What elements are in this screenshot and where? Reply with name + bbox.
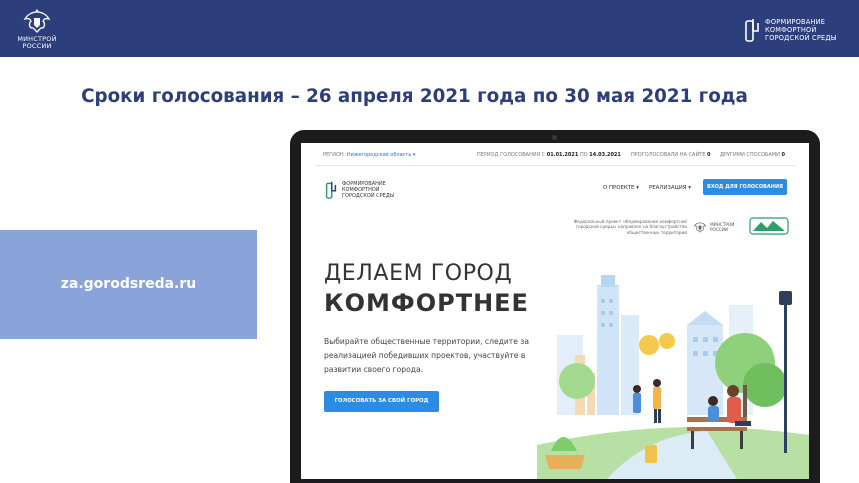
eagle-emblem-icon — [23, 9, 51, 33]
project-logo-line-2: КОМФОРТНОЙ — [765, 26, 817, 34]
federal-project-note: Федеральный проект «Формирование комфорт… — [537, 219, 687, 235]
period-to-label: ПО — [579, 152, 588, 158]
eagle-emblem-icon — [693, 222, 707, 233]
login-for-voting-button[interactable]: ВХОД ДЛЯ ГОЛОСОВАНИЯ — [703, 179, 787, 195]
hero-title-line-2: КОМФОРТНЕЕ — [324, 289, 529, 317]
project-logo-line-1: ФОРМИРОВАНИЕ — [765, 18, 826, 26]
city-park-illustration — [537, 275, 809, 479]
site-minstroy-logo: МИНСТРОЙ РОССИИ — [693, 220, 734, 234]
project-logo-line-3: ГОРОДСКОЙ СРЕДЫ — [765, 34, 837, 42]
region-value: Нижегородская область — [346, 152, 412, 158]
website-screenshot: РЕГИОН Нижегородская область ▾ ПЕРИОД ГО… — [301, 143, 809, 479]
url-panel: za.gorodsreda.ru — [0, 230, 257, 339]
region-label: РЕГИОН — [323, 152, 344, 158]
chevron-down-icon: ▾ — [688, 185, 691, 191]
site-ministry-line-2: РОССИИ — [710, 227, 728, 232]
voted-label: ПРОГОЛОСОВАЛИ НА САЙТЕ — [631, 152, 706, 158]
period-to: 14.03.2021 — [589, 152, 621, 158]
site-url-link[interactable]: za.gorodsreda.ru — [0, 276, 257, 292]
others-value: 0 — [781, 152, 785, 158]
site-logo-line-3: ГОРОДСКОЙ СРЕДЫ — [342, 193, 395, 199]
voting-period-headline: Сроки голосования – 26 апреля 2021 года … — [81, 86, 748, 107]
top-banner: МИНСТРОЙ РОССИИ ФОРМИРОВАНИЕ КОМФОРТНОЙ … — [0, 0, 859, 57]
project-mark-icon — [745, 19, 759, 42]
nav-about-label: О ПРОЕКТЕ — [603, 185, 635, 191]
period-label: ПЕРИОД ГОЛОСОВАНИЯ С — [477, 152, 546, 158]
minstroy-caption-2: РОССИИ — [22, 42, 52, 50]
header-divider — [315, 165, 795, 166]
hero-title-line-1: ДЕЛАЕМ ГОРОД — [324, 261, 513, 286]
project-mark-icon — [325, 181, 337, 199]
chevron-down-icon: ▾ — [412, 152, 416, 158]
minstroy-logo: МИНСТРОЙ РОССИИ — [12, 6, 62, 52]
voted-value: 0 — [707, 152, 711, 158]
federal-note-line-3: общественных территорий — [626, 229, 687, 235]
others-label: ДРУГИМИ СПОСОБАМИ — [720, 152, 780, 158]
hero-description: Выбирайте общественные территории, следи… — [324, 337, 529, 374]
period-from: 01.01.2021 — [546, 152, 579, 158]
nav-implementation[interactable]: РЕАЛИЗАЦИЯ ▾ — [649, 185, 691, 191]
voted-other-counter: ДРУГИМИ СПОСОБАМИ 0 — [720, 152, 785, 158]
voted-online-counter: ПРОГОЛОСОВАЛИ НА САЙТЕ 0 — [631, 152, 710, 158]
webcam-icon — [552, 135, 557, 140]
project-logo: ФОРМИРОВАНИЕ КОМФОРТНОЙ ГОРОДСКОЙ СРЕДЫ — [744, 14, 837, 46]
national-project-badge-icon — [749, 217, 789, 235]
nav-about[interactable]: О ПРОЕКТЕ ▾ — [603, 185, 639, 191]
region-selector[interactable]: РЕГИОН Нижегородская область ▾ — [323, 152, 415, 158]
vote-for-city-button[interactable]: ГОЛОСОВАТЬ ЗА СВОЙ ГОРОД — [324, 391, 439, 412]
site-logo[interactable]: ФОРМИРОВАНИЕ КОМФОРТНОЙ ГОРОДСКОЙ СРЕДЫ — [325, 179, 394, 201]
chevron-down-icon: ▾ — [636, 185, 639, 191]
nav-implementation-label: РЕАЛИЗАЦИЯ — [649, 185, 687, 191]
laptop-mockup: РЕГИОН Нижегородская область ▾ ПЕРИОД ГО… — [290, 130, 820, 483]
voting-period-info: ПЕРИОД ГОЛОСОВАНИЯ С 01.01.2021 ПО 14.03… — [477, 152, 621, 158]
